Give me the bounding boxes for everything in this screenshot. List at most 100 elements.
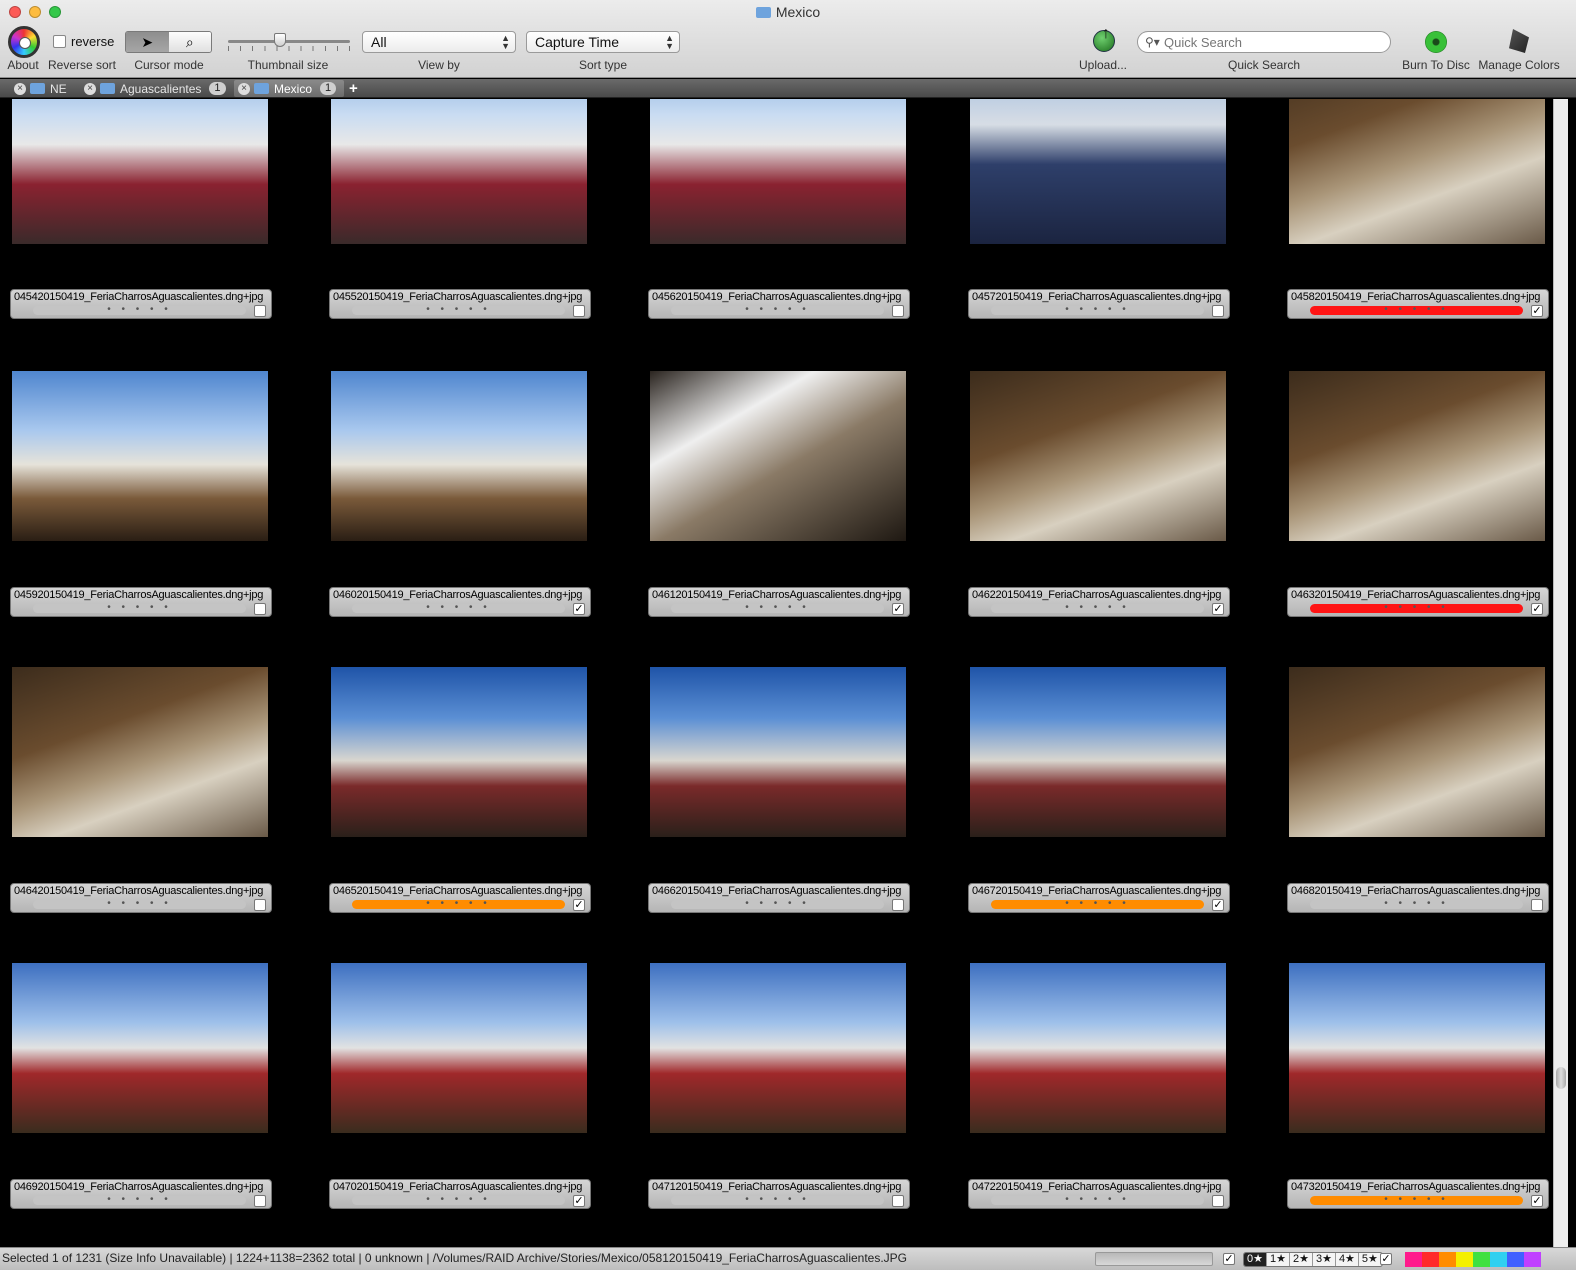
add-tab-button[interactable]: + bbox=[349, 80, 358, 97]
rating-dots[interactable]: • • • • • bbox=[1310, 1194, 1523, 1205]
thumbnail-image[interactable] bbox=[331, 371, 587, 541]
rating-dots[interactable]: • • • • • bbox=[352, 898, 565, 909]
color-chip[interactable] bbox=[1490, 1252, 1507, 1267]
file-label[interactable]: 047320150419_FeriaCharrosAguascalientes.… bbox=[1287, 1179, 1549, 1209]
color-chip[interactable] bbox=[1456, 1252, 1473, 1267]
file-label[interactable]: 046520150419_FeriaCharrosAguascalientes.… bbox=[329, 883, 591, 913]
file-label[interactable]: 046820150419_FeriaCharrosAguascalientes.… bbox=[1287, 883, 1549, 913]
thumbnail-image[interactable] bbox=[650, 963, 906, 1133]
select-checkbox[interactable]: ✓ bbox=[573, 603, 585, 615]
rating-dots[interactable]: • • • • • bbox=[352, 1194, 565, 1205]
file-label[interactable]: 046620150419_FeriaCharrosAguascalientes.… bbox=[648, 883, 910, 913]
rating-filter-3[interactable]: 3★ bbox=[1313, 1253, 1336, 1266]
color-chip[interactable] bbox=[1473, 1252, 1490, 1267]
thumbnail-image[interactable] bbox=[1289, 667, 1545, 837]
thumbnail-cell[interactable]: 046920150419_FeriaCharrosAguascalientes.… bbox=[10, 99, 272, 1209]
view-by-select[interactable]: All ▲ ▼ bbox=[362, 31, 516, 53]
thumbnail-image[interactable] bbox=[970, 371, 1226, 541]
rating-dots[interactable]: • • • • • bbox=[991, 602, 1204, 613]
thumbnail-cell[interactable]: 047320150419_FeriaCharrosAguascalientes.… bbox=[1287, 99, 1549, 1209]
close-tab-icon[interactable]: × bbox=[14, 82, 26, 95]
rating-filter-4[interactable]: 4★ bbox=[1336, 1253, 1359, 1266]
select-checkbox[interactable]: ✓ bbox=[573, 1195, 585, 1207]
file-label[interactable]: 046320150419_FeriaCharrosAguascalientes.… bbox=[1287, 587, 1549, 617]
rating-dots[interactable]: • • • • • bbox=[991, 1194, 1204, 1205]
rating-dots[interactable]: • • • • • bbox=[33, 602, 246, 613]
select-checkbox[interactable] bbox=[254, 603, 266, 615]
color-chip[interactable] bbox=[1439, 1252, 1456, 1267]
select-checkbox[interactable]: ✓ bbox=[573, 899, 585, 911]
burn-disc-icon[interactable] bbox=[1425, 31, 1447, 53]
rating-dots[interactable]: • • • • • bbox=[33, 1194, 246, 1205]
file-label[interactable]: 047020150419_FeriaCharrosAguascalientes.… bbox=[329, 1179, 591, 1209]
thumbnail-image[interactable] bbox=[1289, 963, 1545, 1133]
select-checkbox[interactable] bbox=[1212, 1195, 1224, 1207]
manage-colors-icon[interactable] bbox=[1509, 29, 1529, 53]
thumbnail-size-slider[interactable] bbox=[228, 40, 350, 43]
thumbnail-image[interactable] bbox=[970, 963, 1226, 1133]
rating-dots[interactable]: • • • • • bbox=[1310, 602, 1523, 613]
thumbnail-image[interactable] bbox=[12, 963, 268, 1133]
color-filter-checkbox[interactable]: ✓ bbox=[1380, 1253, 1392, 1265]
select-checkbox[interactable]: ✓ bbox=[1531, 1195, 1543, 1207]
rating-dots[interactable]: • • • • • bbox=[671, 1194, 884, 1205]
thumbnail-image[interactable] bbox=[1289, 371, 1545, 541]
file-label[interactable]: 046920150419_FeriaCharrosAguascalientes.… bbox=[10, 1179, 272, 1209]
close-tab-icon[interactable]: × bbox=[84, 82, 96, 95]
select-checkbox[interactable]: ✓ bbox=[1531, 603, 1543, 615]
rating-dots[interactable]: • • • • • bbox=[991, 898, 1204, 909]
select-checkbox[interactable]: ✓ bbox=[1212, 899, 1224, 911]
select-checkbox[interactable] bbox=[892, 1195, 904, 1207]
reverse-checkbox[interactable] bbox=[53, 35, 66, 48]
tab-mexico[interactable]: × Mexico 1 bbox=[234, 80, 344, 97]
file-label[interactable]: 047120150419_FeriaCharrosAguascalientes.… bbox=[648, 1179, 910, 1209]
vertical-scrollbar[interactable] bbox=[1553, 99, 1568, 1247]
thumbnail-image[interactable] bbox=[970, 667, 1226, 837]
rating-dots[interactable]: • • • • • bbox=[33, 898, 246, 909]
select-checkbox[interactable]: ✓ bbox=[892, 603, 904, 615]
rating-dots[interactable]: • • • • • bbox=[671, 602, 884, 613]
upload-icon[interactable] bbox=[1093, 25, 1115, 52]
file-label[interactable]: 046120150419_FeriaCharrosAguascalientes.… bbox=[648, 587, 910, 617]
thumbnail-cell[interactable]: 047120150419_FeriaCharrosAguascalientes.… bbox=[648, 99, 910, 1209]
rating-dots[interactable]: • • • • • bbox=[671, 898, 884, 909]
color-chip[interactable] bbox=[1422, 1252, 1439, 1267]
thumbnail-cell[interactable]: 047220150419_FeriaCharrosAguascalientes.… bbox=[968, 99, 1230, 1209]
file-label[interactable]: 046220150419_FeriaCharrosAguascalientes.… bbox=[968, 587, 1230, 617]
color-chip[interactable] bbox=[1507, 1252, 1524, 1267]
tab-aguascalientes[interactable]: × Aguascalientes 1 bbox=[80, 80, 230, 97]
select-checkbox[interactable]: ✓ bbox=[1212, 603, 1224, 615]
thumbnail-image[interactable] bbox=[12, 667, 268, 837]
rating-filter-2[interactable]: 2★ bbox=[1290, 1253, 1313, 1266]
zoom-mode-button[interactable]: ⌕ bbox=[168, 32, 211, 52]
thumbnail-image[interactable] bbox=[12, 371, 268, 541]
thumbnail-cell[interactable]: 047020150419_FeriaCharrosAguascalientes.… bbox=[329, 99, 591, 1209]
quick-search-input[interactable] bbox=[1164, 34, 1384, 51]
thumbnail-image[interactable] bbox=[650, 371, 906, 541]
file-label[interactable]: 047220150419_FeriaCharrosAguascalientes.… bbox=[968, 1179, 1230, 1209]
file-label[interactable]: 046020150419_FeriaCharrosAguascalientes.… bbox=[329, 587, 591, 617]
pointer-mode-button[interactable]: ➤ bbox=[126, 32, 169, 52]
rating-dots[interactable]: • • • • • bbox=[1310, 898, 1523, 909]
color-chip[interactable] bbox=[1524, 1252, 1541, 1267]
slider-thumb[interactable] bbox=[274, 33, 287, 47]
thumbnail-image[interactable] bbox=[331, 667, 587, 837]
rating-dots[interactable]: • • • • • bbox=[352, 602, 565, 613]
file-label[interactable]: 046420150419_FeriaCharrosAguascalientes.… bbox=[10, 883, 272, 913]
about-icon[interactable] bbox=[8, 26, 40, 58]
thumbnail-image[interactable] bbox=[331, 963, 587, 1133]
rating-filter-5[interactable]: 5★ bbox=[1359, 1253, 1382, 1266]
thumbnail-image[interactable] bbox=[650, 667, 906, 837]
scroll-thumb[interactable] bbox=[1556, 1067, 1566, 1090]
color-chip[interactable] bbox=[1405, 1252, 1422, 1267]
select-checkbox[interactable] bbox=[254, 1195, 266, 1207]
file-label[interactable]: 046720150419_FeriaCharrosAguascalientes.… bbox=[968, 883, 1230, 913]
filter-checkbox[interactable]: ✓ bbox=[1223, 1253, 1235, 1265]
close-tab-icon[interactable]: × bbox=[238, 82, 250, 95]
rating-filter-1[interactable]: 1★ bbox=[1267, 1253, 1290, 1266]
select-checkbox[interactable] bbox=[892, 899, 904, 911]
sort-type-select[interactable]: Capture Time ▲ ▼ bbox=[526, 31, 680, 53]
rating-filter-0[interactable]: 0★ bbox=[1244, 1253, 1267, 1266]
tab-ne[interactable]: × NE bbox=[10, 80, 74, 97]
file-label[interactable]: 045920150419_FeriaCharrosAguascalientes.… bbox=[10, 587, 272, 617]
